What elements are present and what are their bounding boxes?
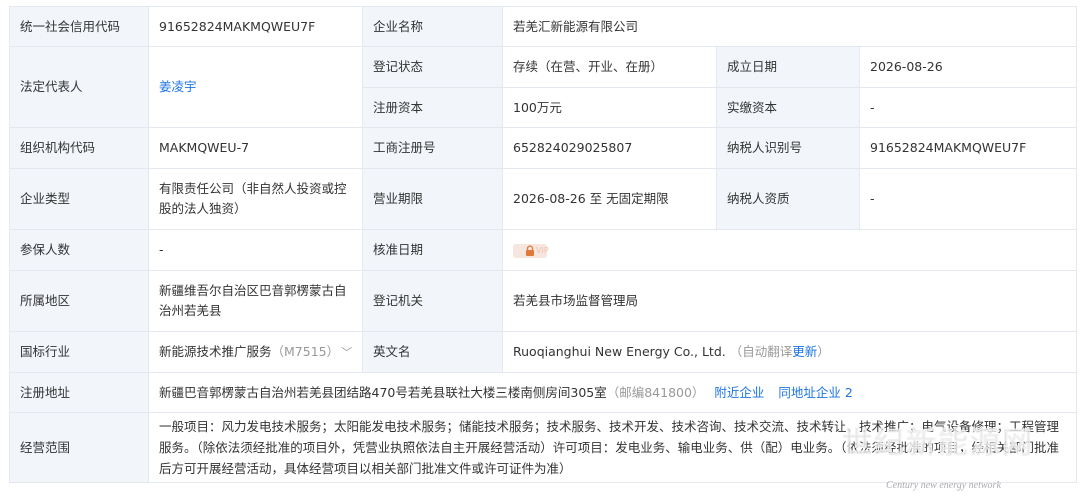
approval-date-label: 核准日期 [362,229,503,271]
reg-authority-label: 登记机关 [362,270,503,332]
biz-reg-no-label: 工商注册号 [362,127,503,169]
row-reg-status: 法定代表人 姜凌宇 登记状态 存续（在营、开业、在册） 成立日期 2026-08… [9,46,1077,128]
taxpayer-qual-value: - [859,168,1077,230]
reg-status-value: 存续（在营、开业、在册） [502,46,717,88]
company-info-table: 统一社会信用代码 91652824MAKMQWEU7F 企业名称 若羌汇新能源有… [9,6,1077,483]
english-name-cell: Ruoqianghui New Energy Co., Ltd. （自动翻译更新… [502,331,1077,373]
org-code-value: MAKMQWEU-7 [148,127,363,169]
auto-translate-note: （自动翻译 [729,344,793,359]
paid-capital-label: 实缴资本 [716,87,860,128]
industry-cell[interactable]: 新能源技术推广服务（M7515） ﹀ [148,331,363,373]
reg-authority-value: 若羌县市场监督管理局 [502,270,1077,332]
credit-code-label: 统一社会信用代码 [9,6,149,47]
taxpayer-id-value: 91652824MAKMQWEU7F [859,127,1077,169]
company-name-label: 企业名称 [362,6,503,47]
row-address: 注册地址 新疆巴音郭楞蒙古自治州若羌县团结路470号若羌县联社大楼三楼南侧房间3… [9,372,1077,413]
nearby-companies-link[interactable]: 附近企业 [714,385,764,400]
address-value: 新疆巴音郭楞蒙古自治州若羌县团结路470号若羌县联社大楼三楼南侧房间305室 [159,384,607,400]
address-cell: 新疆巴音郭楞蒙古自治州若羌县团结路470号若羌县联社大楼三楼南侧房间305室（邮… [148,372,1077,413]
row-industry: 国标行业 新能源技术推广服务（M7515） ﹀ 英文名 Ruoqianghui N… [9,331,1077,373]
legal-rep-cell: 姜凌宇 [148,46,363,128]
reg-status-label: 登记状态 [362,46,503,88]
legal-rep-link[interactable]: 姜凌宇 [159,79,197,94]
address-label: 注册地址 [9,372,149,413]
same-address-count: 2 [844,384,853,400]
reg-capital-label: 注册资本 [362,87,503,128]
company-type-value: 有限责任公司（非自然人投资或控股的法人独资） [148,168,363,230]
insured-label: 参保人数 [9,229,149,271]
row-credit-code: 统一社会信用代码 91652824MAKMQWEU7F 企业名称 若羌汇新能源有… [9,6,1077,47]
english-name-value: Ruoqianghui New Energy Co., Ltd. [513,344,726,359]
row-scope: 经营范围 一般项目：风力发电技术服务；太阳能发电技术服务；储能技术服务；技术服务… [9,412,1077,483]
industry-code: （M7515） [271,343,340,359]
insured-value: - [148,229,363,271]
industry-value: 新能源技术推广服务 [159,343,272,359]
region-value: 新疆维吾尔自治区巴音郭楞蒙古自治州若羌县 [148,270,363,332]
biz-term-value: 2026-08-26 至 无固定期限 [502,168,717,230]
reg-capital-value: 100万元 [502,87,717,128]
row-org-code: 组织机构代码 MAKMQWEU-7 工商注册号 652824029025807 … [9,127,1077,169]
lock-icon [526,244,534,256]
biz-term-label: 营业期限 [362,168,503,230]
same-address-companies-link[interactable]: 同地址企业 2 [778,385,852,400]
update-translation-link[interactable]: 更新 [792,344,817,359]
english-name-label: 英文名 [362,331,503,373]
company-type-label: 企业类型 [9,168,149,230]
row-region: 所属地区 新疆维吾尔自治区巴音郭楞蒙古自治州若羌县 登记机关 若羌县市场监督管理… [9,270,1077,332]
credit-code-value: 91652824MAKMQWEU7F [148,6,363,47]
taxpayer-id-label: 纳税人识别号 [716,127,860,169]
approval-date-cell: VIP [502,229,1077,271]
est-date-value: 2026-08-26 [859,46,1077,88]
company-info-page: 统一社会信用代码 91652824MAKMQWEU7F 企业名称 若羌汇新能源有… [0,0,1080,499]
region-label: 所属地区 [9,270,149,332]
postcode: （邮编841800） [606,384,705,400]
est-date-label: 成立日期 [716,46,860,88]
biz-reg-no-value: 652824029025807 [502,127,717,169]
company-name-value: 若羌汇新能源有限公司 [502,6,1077,47]
legal-rep-label: 法定代表人 [9,46,149,128]
org-code-label: 组织机构代码 [9,127,149,169]
scope-label: 经营范围 [9,412,149,483]
industry-label: 国标行业 [9,331,149,373]
row-insured: 参保人数 - 核准日期 VIP [9,229,1077,271]
vip-label: VIP [536,245,549,255]
auto-translate-note-end: ） [817,344,830,359]
taxpayer-qual-label: 纳税人资质 [716,168,860,230]
same-address-label: 同地址企业 [778,384,841,400]
paid-capital-value: - [859,87,1077,128]
row-company-type: 企业类型 有限责任公司（非自然人投资或控股的法人独资） 营业期限 2026-08… [9,168,1077,230]
chevron-down-icon[interactable]: ﹀ [341,343,352,363]
vip-locked-value[interactable]: VIP [513,243,549,258]
scope-value: 一般项目：风力发电技术服务；太阳能发电技术服务；储能技术服务；技术服务、技术开发… [148,412,1077,483]
